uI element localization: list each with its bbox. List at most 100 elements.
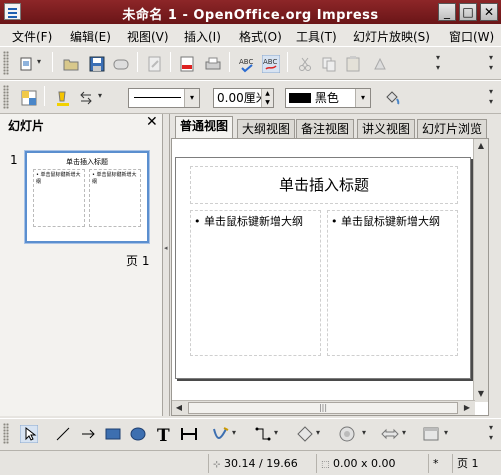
collapse-arrow-icon[interactable]: ◂ (164, 244, 168, 252)
thumbnail-left-column: • 单击鼠标键新增大纲 (33, 169, 85, 227)
toolbar-overflow-icon-3[interactable]: ▾ ▾ (489, 87, 499, 109)
toolbar-overflow-icon-4[interactable]: ▾ ▾ (489, 423, 499, 445)
text-tool-icon[interactable]: T (155, 425, 173, 443)
menu-window[interactable]: 窗口(W) (449, 28, 494, 45)
position-value: 30.14 / 19.66 (224, 457, 298, 470)
email-document-icon[interactable] (112, 55, 130, 73)
scroll-left-icon[interactable]: ◀ (172, 401, 186, 415)
vertical-scrollbar[interactable]: ▲ ▼ (473, 139, 488, 402)
toolbar-grip[interactable] (3, 85, 9, 109)
toolbar-overflow-icon-2[interactable]: ▾ ▾ (489, 53, 499, 75)
scroll-down-icon[interactable]: ▼ (474, 387, 488, 401)
thumbnail-title: 单击插入标题 (66, 158, 108, 166)
menu-edit[interactable]: 编辑(E) (70, 28, 111, 45)
thumbnail-right-column: • 单击鼠标键新增大纲 (89, 169, 141, 227)
connector-dropdown-icon[interactable]: ▾ (274, 428, 284, 450)
open-folder-icon[interactable] (62, 55, 80, 73)
connector-tool-icon[interactable] (254, 425, 272, 443)
toolbar-grip[interactable] (3, 423, 9, 444)
export-pdf-icon[interactable] (178, 55, 196, 73)
tab-slide-sorter[interactable]: 幻灯片浏览 (417, 119, 488, 138)
scroll-right-icon[interactable]: ▶ (460, 401, 474, 415)
horizontal-scrollbar[interactable]: ◀ ||| ▶ (172, 400, 475, 415)
autospellcheck-icon[interactable]: ABC (262, 55, 280, 73)
size-icon: ⬚ (321, 460, 330, 470)
tab-outline[interactable]: 大纲视图 (237, 119, 296, 138)
size-value: 0.00 x 0.00 (333, 457, 396, 470)
flowchart-dropdown-icon[interactable]: ▾ (444, 428, 454, 450)
clone-formatting-icon[interactable] (371, 55, 389, 73)
cursor-position: ⊹ 30.14 / 19.66 (208, 454, 313, 473)
document-modified-indicator[interactable]: * (428, 454, 448, 473)
pane-splitter[interactable]: ◂ (163, 114, 170, 416)
minimize-button[interactable]: _ (438, 3, 456, 21)
edit-file-icon[interactable] (146, 55, 164, 73)
flowchart-icon[interactable] (422, 425, 440, 443)
maximize-button[interactable]: □ (459, 3, 477, 21)
slide-thumbnail[interactable]: 单击插入标题 • 单击鼠标键新增大纲 • 单击鼠标键新增大纲 (25, 151, 149, 243)
status-bar: ⊹ 30.14 / 19.66 ⬚ 0.00 x 0.00 * 页 1 (0, 450, 501, 475)
curve-tool-icon[interactable] (212, 425, 230, 443)
cut-icon[interactable] (296, 55, 314, 73)
arrow-style-icon[interactable] (78, 89, 96, 107)
arrow-style-dropdown-icon[interactable]: ▾ (98, 91, 108, 113)
horizontal-scroll-thumb[interactable]: ||| (188, 402, 458, 414)
toolbar-overflow-icon[interactable]: ▾ ▾ (436, 53, 446, 75)
new-dropdown-icon[interactable]: ▾ (37, 57, 47, 79)
area-fill-icon[interactable] (383, 89, 401, 107)
basic-shapes-dropdown-icon[interactable]: ▾ (316, 428, 326, 450)
line-icon[interactable] (54, 89, 72, 107)
left-outline-placeholder[interactable]: • 单击鼠标键新增大纲 (190, 210, 321, 356)
select-arrow-icon[interactable] (20, 425, 38, 443)
block-arrows-icon[interactable] (381, 425, 399, 443)
menu-tools[interactable]: 工具(T) (296, 28, 337, 45)
title-bar: 未命名 1 - OpenOffice.org Impress _ □ ✕ (0, 0, 501, 24)
ellipse-tool-icon[interactable] (129, 425, 147, 443)
menu-view[interactable]: 视图(V) (127, 28, 169, 45)
block-arrows-dropdown-icon[interactable]: ▾ (402, 428, 412, 450)
line-tool-icon[interactable] (54, 425, 72, 443)
curve-dropdown-icon[interactable]: ▾ (232, 428, 242, 450)
line-arrow-tool-icon[interactable] (80, 425, 98, 443)
line-color-name: 黑色 (314, 91, 339, 105)
line-filling-toolbar: ▾ ▾ 0.00厘米 ▲ ▼ 黑色 ▾ ▾ ▾ (0, 80, 501, 114)
basic-shapes-icon[interactable] (296, 425, 314, 443)
close-window-button[interactable]: ✕ (480, 3, 498, 21)
close-pane-icon[interactable]: ✕ (146, 114, 158, 130)
line-width-field[interactable]: 0.00厘米 ▲ ▼ (213, 88, 274, 108)
tab-handout[interactable]: 讲义视图 (357, 119, 416, 138)
slide-pane: 幻灯片 ✕ 1 单击插入标题 • 单击鼠标键新增大纲 • 单击鼠标键新增大纲 页… (0, 114, 163, 416)
line-style-select[interactable]: ▾ (128, 88, 200, 108)
spellcheck-icon[interactable]: ABC (238, 55, 256, 73)
window-title: 未命名 1 - OpenOffice.org Impress (122, 8, 379, 23)
page-indicator: 页 1 (452, 454, 501, 473)
vertical-text-tool-icon[interactable] (180, 425, 198, 443)
save-icon[interactable] (88, 55, 106, 73)
slide-workspace: 单击插入标题 • 单击鼠标键新增大纲 • 单击鼠标键新增大纲 ▲ ▼ ◀ |||… (171, 138, 489, 416)
line-color-select[interactable]: 黑色 ▾ (285, 88, 371, 108)
print-icon[interactable] (204, 55, 222, 73)
styles-icon[interactable] (20, 89, 38, 107)
menu-format[interactable]: 格式(O) (239, 28, 282, 45)
paste-icon[interactable] (344, 55, 362, 73)
standard-toolbar: ▾ ABC ABC ▾ ▾ ▾ ▾ (0, 46, 501, 80)
right-outline-placeholder[interactable]: • 单击鼠标键新增大纲 (327, 210, 458, 356)
rectangle-tool-icon[interactable] (104, 425, 122, 443)
symbol-shapes-icon[interactable] (338, 425, 356, 443)
tab-notes[interactable]: 备注视图 (296, 119, 355, 138)
tab-normal[interactable]: 普通视图 (175, 116, 234, 138)
menu-insert[interactable]: 插入(I) (184, 28, 221, 45)
menu-slideshow[interactable]: 幻灯片放映(S) (353, 28, 430, 45)
symbol-shapes-dropdown-icon[interactable]: ▾ (362, 428, 372, 450)
title-placeholder[interactable]: 单击插入标题 (190, 166, 458, 204)
slide-canvas[interactable]: 单击插入标题 • 单击鼠标键新增大纲 • 单击鼠标键新增大纲 (175, 157, 471, 379)
copy-icon[interactable] (320, 55, 338, 73)
new-document-icon[interactable] (18, 55, 36, 73)
slide-pane-title: 幻灯片 (8, 119, 45, 133)
menu-file[interactable]: 文件(F) (12, 28, 52, 45)
scroll-up-icon[interactable]: ▲ (474, 139, 488, 153)
view-tabs: 普通视图 大纲视图 备注视图 讲义视图 幻灯片浏览 (171, 116, 489, 138)
slide-label: 页 1 (126, 254, 150, 268)
toolbar-grip[interactable] (3, 51, 9, 75)
slide-number: 1 (10, 153, 18, 167)
